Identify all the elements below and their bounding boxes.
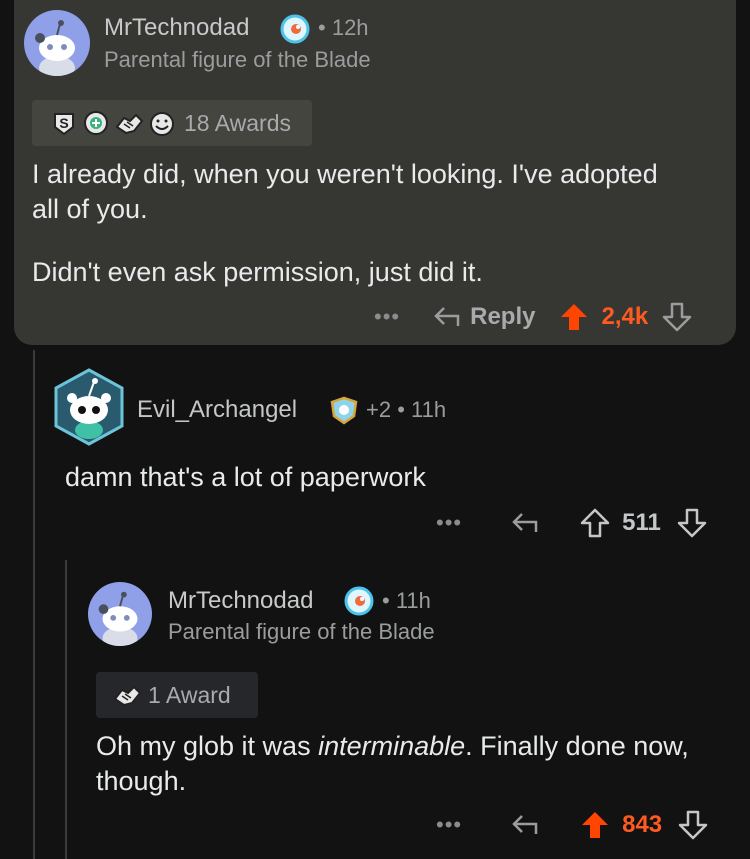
awards-count: 1 Award [148,681,231,708]
username[interactable]: MrTechnodad [104,14,249,42]
comment-meta: • 11h [382,588,431,613]
avatar[interactable] [24,10,90,76]
silver-award-icon: S [54,113,74,136]
awards-bar[interactable]: S 18 Awards [32,100,312,146]
karma-badge: +2 [366,397,392,422]
vote-score: 843 [622,811,663,838]
username[interactable]: MrTechnodad [168,587,313,615]
snoo-avatar-icon [98,591,138,646]
downvote-icon[interactable] [677,508,707,538]
downvote-icon[interactable] [662,302,692,332]
comment-actions: ••• 511 [436,508,707,538]
timestamp: 11h [395,588,431,613]
vote-score: 511 [622,509,661,536]
awards-count: 18 Awards [184,109,291,136]
timestamp: 12h [331,15,369,40]
downvote-icon[interactable] [678,810,708,840]
helpful-award-icon [84,111,108,135]
upvote-icon[interactable] [580,810,610,840]
awards-bar[interactable]: 1 Award [96,672,258,718]
more-options-button[interactable]: ••• [436,812,462,838]
snoo-avatar-icon [35,20,75,76]
reply-icon[interactable] [510,812,540,838]
comment-body: Didn't even ask permission, just did it. [32,257,483,287]
username[interactable]: Evil_Archangel [137,396,297,424]
svg-text:S: S [59,115,68,131]
avatar[interactable] [88,582,152,646]
thread-line[interactable] [33,350,35,859]
comment-actions: ••• Reply 2,4k [374,302,692,332]
user-flair: Parental figure of the Blade [104,47,371,72]
achievement-badge-icon [280,14,310,44]
karma-badge-icon [330,396,358,425]
handshake-award-icon [113,685,142,707]
reply-icon[interactable] [432,304,462,330]
handshake-award-icon [115,113,144,135]
upvote-icon[interactable] [559,302,589,332]
comment-body: I already did, when you weren't looking.… [32,159,658,224]
reply-button[interactable]: Reply [470,303,535,331]
user-flair: Parental figure of the Blade [168,619,435,644]
comment-meta: • 12h [318,15,369,40]
thread-line[interactable] [65,560,67,859]
comment-meta: +2 • 11h [366,397,447,422]
achievement-badge-icon [344,586,374,616]
wholesome-award-icon [150,112,174,136]
comment-body: Oh my glob it was interminable. Finally … [96,731,689,796]
vote-score: 2,4k [601,303,649,330]
timestamp: 11h [411,397,447,422]
reply-icon[interactable] [510,510,540,536]
more-options-button[interactable]: ••• [436,510,462,536]
comment-actions: ••• 843 [436,810,708,840]
avatar[interactable] [50,368,128,446]
more-options-button[interactable]: ••• [374,304,400,330]
comment-body: damn that's a lot of paperwork [65,462,426,492]
upvote-icon[interactable] [580,508,610,538]
